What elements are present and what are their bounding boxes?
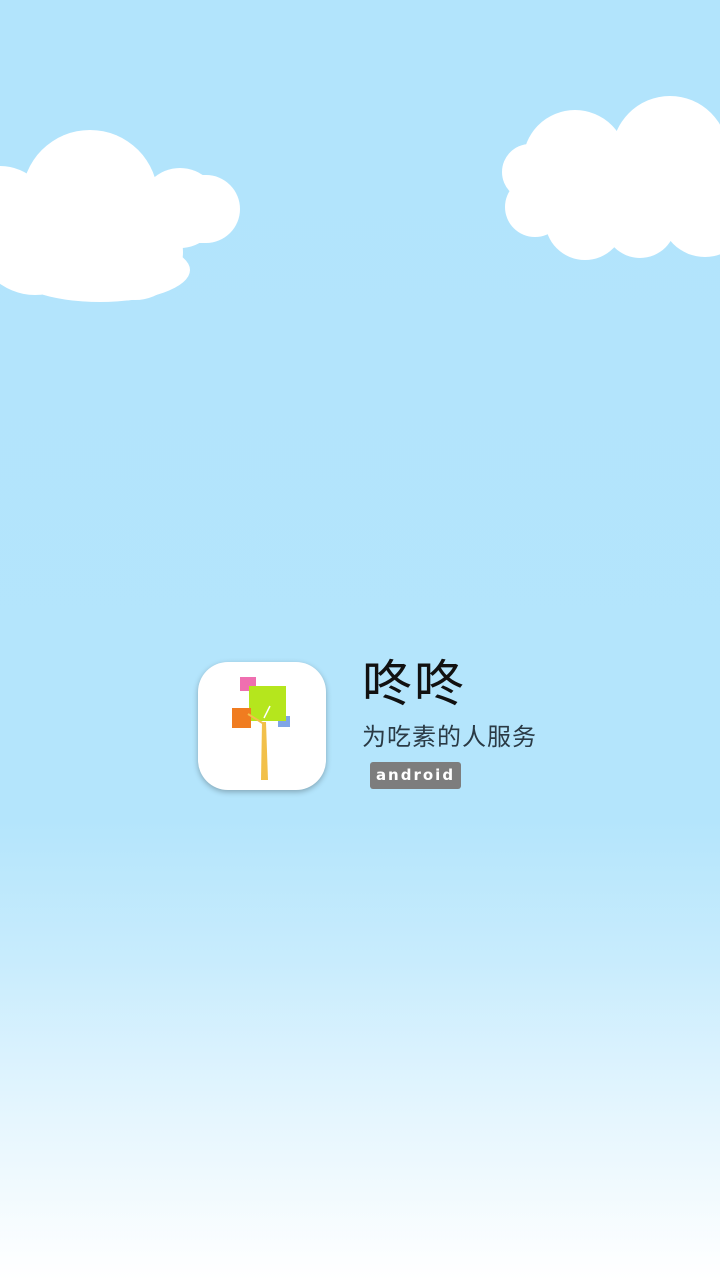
cloud-right-icon [502, 96, 720, 260]
tree-icon [232, 677, 290, 780]
cloud-left-icon [0, 130, 240, 302]
app-logo [198, 662, 326, 790]
android-badge: ANDROID [370, 762, 461, 789]
brand-block: 咚咚 为吃素的人服务 [362, 652, 662, 752]
app-name: 咚咚 [362, 655, 466, 713]
app-slogan: 为吃素的人服务 [362, 723, 537, 751]
splash-screen: 咚咚 为吃素的人服务 ANDROID [0, 0, 720, 1280]
